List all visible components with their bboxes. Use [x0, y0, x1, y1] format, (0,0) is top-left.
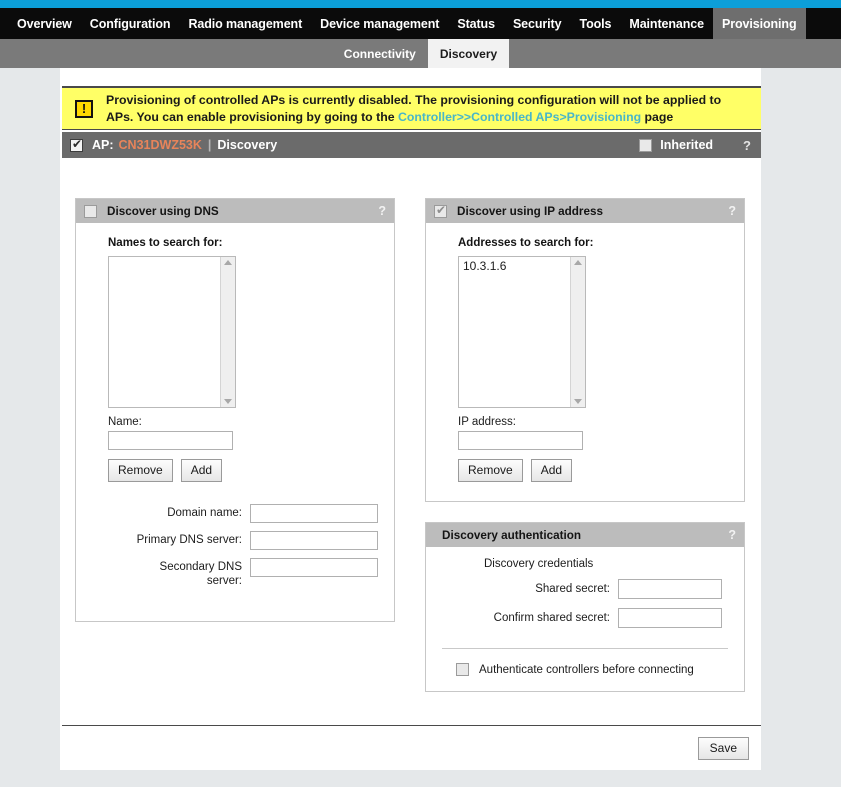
auth-panel-help-icon[interactable]: ?	[728, 528, 736, 542]
discover-using-ip-panel: Discover using IP address ? Addresses to…	[425, 198, 745, 502]
confirm-shared-secret-input[interactable]	[618, 608, 722, 628]
ap-prefix-label: AP:	[92, 138, 114, 152]
domain-name-row: Domain name:	[92, 504, 378, 523]
ip-panel-help-icon[interactable]: ?	[728, 204, 736, 218]
secondary-dns-label: Secondary DNS server:	[159, 561, 242, 587]
nav-item-radio-management[interactable]: Radio management	[179, 8, 311, 39]
primary-dns-input[interactable]	[250, 531, 378, 550]
dns-remove-button[interactable]: Remove	[108, 459, 173, 482]
sub-navigation: Connectivity Discovery	[0, 39, 841, 68]
shared-secret-input[interactable]	[618, 579, 722, 599]
warning-exclamation-icon: !	[75, 99, 93, 118]
confirm-shared-secret-label: Confirm shared secret:	[493, 612, 610, 624]
ip-panel-header: Discover using IP address ?	[426, 199, 744, 223]
ip-addresses-list: 10.3.1.6	[459, 257, 585, 276]
scroll-up-arrow-icon[interactable]	[224, 260, 232, 265]
ip-addresses-listbox[interactable]: 10.3.1.6	[458, 256, 586, 408]
names-to-search-label: Names to search for:	[108, 237, 223, 249]
dns-names-scrollbar[interactable]	[220, 257, 235, 407]
dns-name-input[interactable]	[108, 431, 233, 450]
ap-section-label: Discovery	[217, 138, 278, 152]
top-accent-bar	[0, 0, 841, 8]
primary-dns-row: Primary DNS server:	[92, 531, 378, 550]
ip-panel-body: Addresses to search for: 10.3.1.6 IP add…	[426, 223, 744, 496]
provisioning-settings-link[interactable]: Controller>>Controlled APs>Provisioning	[398, 110, 641, 124]
primary-dns-label: Primary DNS server:	[136, 534, 242, 546]
ap-header-bar: AP: CN31DWZ53K | Discovery Inherited ?	[62, 132, 761, 158]
inherited-checkbox[interactable]	[639, 138, 653, 152]
ip-remove-button[interactable]: Remove	[458, 459, 523, 482]
dns-names-list	[109, 257, 235, 261]
list-item[interactable]: 10.3.1.6	[463, 259, 581, 274]
alert-icon-wrapper: !	[62, 99, 106, 118]
scroll-down-arrow-icon[interactable]	[224, 399, 232, 404]
discovery-credentials-label: Discovery credentials	[484, 558, 594, 570]
ip-addresses-scrollbar[interactable]	[570, 257, 585, 407]
dns-button-row: Remove Add	[108, 459, 378, 482]
ip-add-button[interactable]: Add	[530, 459, 573, 482]
shared-secret-row: Shared secret:	[434, 579, 736, 599]
nav-item-security[interactable]: Security	[504, 8, 571, 39]
dns-names-listbox[interactable]	[108, 256, 236, 408]
dns-panel-body: Names to search for: Name: Remove Add Do…	[76, 223, 394, 610]
save-button[interactable]: Save	[697, 736, 749, 760]
nav-item-configuration[interactable]: Configuration	[81, 8, 180, 39]
auth-divider	[442, 648, 728, 649]
domain-name-label: Domain name:	[167, 507, 242, 519]
authenticate-controllers-row: Authenticate controllers before connecti…	[456, 663, 736, 676]
auth-panel-title: Discovery authentication	[442, 528, 581, 542]
dns-server-settings: Domain name: Primary DNS server: Seconda…	[92, 504, 378, 588]
nav-item-status[interactable]: Status	[448, 8, 504, 39]
ap-header-right: Inherited ?	[639, 138, 751, 153]
dns-panel-header: Discover using DNS ?	[76, 199, 394, 223]
authenticate-controllers-label: Authenticate controllers before connecti…	[479, 663, 694, 676]
auth-panel-body: Discovery credentials Shared secret: Con…	[426, 547, 744, 688]
scroll-down-arrow-icon[interactable]	[574, 399, 582, 404]
ip-address-input[interactable]	[458, 431, 583, 450]
authenticate-controllers-checkbox[interactable]	[456, 663, 469, 676]
subnav-item-discovery[interactable]: Discovery	[427, 39, 510, 68]
subnav-item-connectivity[interactable]: Connectivity	[332, 39, 428, 68]
footer-bar: Save	[60, 726, 761, 770]
nav-item-provisioning[interactable]: Provisioning	[713, 8, 806, 39]
nav-item-maintenance[interactable]: Maintenance	[620, 8, 713, 39]
dns-panel-help-icon[interactable]: ?	[378, 204, 386, 218]
content-card: ! Provisioning of controlled APs is curr…	[60, 68, 761, 770]
ap-enable-checkbox[interactable]	[70, 137, 83, 152]
ip-address-field-label: IP address:	[458, 416, 516, 428]
inherited-label: Inherited	[660, 138, 714, 152]
dns-add-button[interactable]: Add	[180, 459, 223, 482]
secondary-dns-row: Secondary DNS server:	[92, 558, 378, 588]
ip-button-row: Remove Add	[458, 459, 728, 482]
discover-using-dns-panel: Discover using DNS ? Names to search for…	[75, 198, 395, 622]
auth-panel-header: Discovery authentication ?	[426, 523, 744, 547]
page-root: Overview Configuration Radio management …	[0, 0, 841, 787]
alert-message: Provisioning of controlled APs is curren…	[106, 92, 761, 126]
addresses-to-search-label: Addresses to search for:	[458, 237, 594, 249]
nav-item-device-management[interactable]: Device management	[311, 8, 448, 39]
main-navigation: Overview Configuration Radio management …	[0, 8, 841, 39]
dns-panel-title: Discover using DNS	[107, 204, 219, 218]
ap-title-separator: |	[207, 138, 212, 152]
dns-name-field-label: Name:	[108, 416, 142, 428]
discovery-authentication-panel: Discovery authentication ? Discovery cre…	[425, 522, 745, 692]
discover-using-ip-checkbox[interactable]	[434, 203, 447, 218]
nav-item-overview[interactable]: Overview	[8, 8, 81, 39]
confirm-shared-secret-row: Confirm shared secret:	[434, 608, 736, 628]
scroll-up-arrow-icon[interactable]	[574, 260, 582, 265]
ap-title: AP: CN31DWZ53K | Discovery	[92, 138, 277, 152]
ap-header-help-icon[interactable]: ?	[743, 138, 751, 153]
discover-using-dns-checkbox[interactable]	[84, 204, 97, 218]
provisioning-disabled-alert: ! Provisioning of controlled APs is curr…	[62, 86, 761, 130]
ap-identifier: CN31DWZ53K	[118, 138, 202, 152]
nav-item-tools[interactable]: Tools	[570, 8, 620, 39]
secondary-dns-input[interactable]	[250, 558, 378, 577]
domain-name-input[interactable]	[250, 504, 378, 523]
shared-secret-label: Shared secret:	[535, 583, 610, 595]
ip-panel-title: Discover using IP address	[457, 204, 603, 218]
alert-text-after: page	[641, 109, 674, 124]
